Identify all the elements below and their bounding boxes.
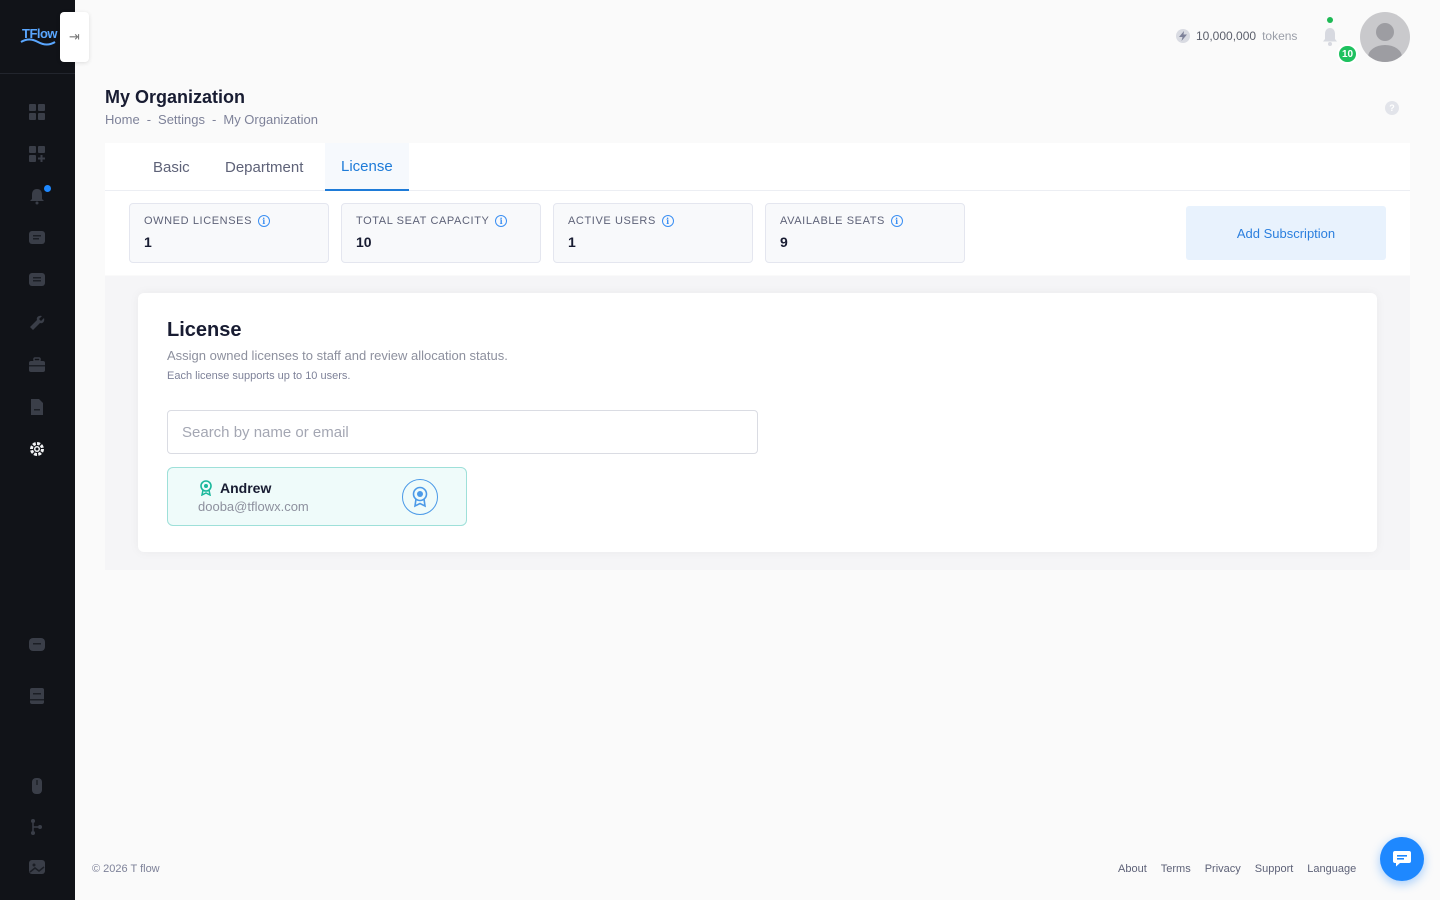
license-description: Assign owned licenses to staff and revie… <box>167 348 508 363</box>
info-icon[interactable]: i <box>661 215 674 227</box>
footer-link-privacy[interactable]: Privacy <box>1205 863 1241 875</box>
gallery-icon[interactable] <box>26 856 48 878</box>
license-title: License <box>167 319 242 341</box>
stat-total-seat-capacity: TOTAL SEAT CAPACITY i 10 <box>341 203 541 263</box>
info-icon[interactable]: i <box>495 215 508 227</box>
sidebar: TFlow <box>0 0 75 900</box>
tree-icon[interactable] <box>26 816 48 838</box>
license-note: Each license supports up to 10 users. <box>167 370 351 382</box>
sidebar-divider <box>0 73 75 74</box>
help-icon[interactable]: ? <box>1385 101 1399 115</box>
search-input[interactable] <box>167 410 758 454</box>
chat-bubble-icon <box>1393 851 1411 867</box>
stat-value: 10 <box>356 234 372 250</box>
wrench-icon[interactable] <box>26 312 48 334</box>
stat-label: OWNED LICENSES <box>144 215 253 227</box>
tab-license[interactable]: License <box>325 143 409 191</box>
breadcrumb-home[interactable]: Home <box>105 112 140 127</box>
arrow-right-bar-icon: ⇥ <box>69 29 80 44</box>
breadcrumb-settings[interactable]: Settings <box>158 112 205 127</box>
online-status-dot <box>1327 17 1333 23</box>
user-email: dooba@tflowx.com <box>198 499 309 514</box>
tflow-logo[interactable]: TFlow <box>18 22 58 52</box>
organization-panel: Basic Department License OWNED LICENSES i… <box>105 143 1410 275</box>
breadcrumb-current: My Organization <box>223 112 319 127</box>
footer-link-support[interactable]: Support <box>1255 863 1294 875</box>
tab-department[interactable]: Department <box>209 143 319 191</box>
document-icon[interactable] <box>26 396 48 418</box>
notification-dot <box>44 185 51 192</box>
user-name: Andrew <box>220 480 272 496</box>
comment-icon[interactable] <box>26 634 48 656</box>
stat-owned-licenses: OWNED LICENSES i 1 <box>129 203 329 263</box>
footer-link-about[interactable]: About <box>1118 863 1147 875</box>
license-badge-icon <box>402 479 438 515</box>
user-silhouette-icon <box>1368 23 1402 62</box>
footer-links: About Terms Privacy Support Language <box>1118 863 1356 875</box>
info-icon[interactable]: i <box>258 215 271 227</box>
notification-count-badge: 10 <box>1337 44 1358 64</box>
notifications-bell-icon[interactable] <box>1320 24 1340 48</box>
stat-label: ACTIVE USERS <box>568 215 656 227</box>
info-icon[interactable]: i <box>891 215 903 227</box>
stat-value: 9 <box>780 234 788 250</box>
token-balance: 10,000,000 tokens <box>1176 29 1297 43</box>
chat-support-button[interactable] <box>1380 837 1424 881</box>
tab-basic[interactable]: Basic <box>137 143 206 191</box>
book-icon[interactable] <box>26 685 48 707</box>
breadcrumb-separator: - <box>212 112 217 127</box>
settings-icon[interactable] <box>26 438 48 460</box>
footer-link-language[interactable]: Language <box>1307 863 1356 875</box>
tab-bar: Basic Department License <box>105 143 1410 191</box>
collapse-sidebar-button[interactable]: ⇥ <box>60 12 89 62</box>
token-count: 10,000,000 <box>1196 29 1257 43</box>
add-subscription-button[interactable]: Add Subscription <box>1186 206 1386 260</box>
breadcrumb: Home - Settings - My Organization <box>105 112 318 127</box>
wave-icon <box>20 38 56 46</box>
stat-label: AVAILABLE SEATS <box>780 215 885 227</box>
stat-active-users: ACTIVE USERS i 1 <box>553 203 753 263</box>
stat-value: 1 <box>144 234 152 250</box>
bell-icon[interactable] <box>26 185 51 207</box>
license-card: License Assign owned licenses to staff a… <box>138 293 1377 552</box>
lightning-icon <box>1176 29 1190 43</box>
page-title: My Organization <box>105 87 246 107</box>
dashboard-icon[interactable] <box>26 101 48 123</box>
stat-label: TOTAL SEAT CAPACITY <box>356 215 490 227</box>
user-avatar[interactable] <box>1360 12 1410 62</box>
award-icon <box>199 480 213 501</box>
add-widget-icon[interactable] <box>26 143 48 165</box>
stat-value: 1 <box>568 234 576 250</box>
stat-available-seats: AVAILABLE SEATS i 9 <box>765 203 965 263</box>
breadcrumb-separator: - <box>146 112 152 127</box>
chat-icon[interactable] <box>26 227 48 249</box>
message-icon[interactable] <box>26 269 48 291</box>
license-user-card[interactable]: Andrew dooba@tflowx.com <box>167 467 467 526</box>
briefcase-icon[interactable] <box>26 354 48 376</box>
footer-link-terms[interactable]: Terms <box>1161 863 1191 875</box>
copyright: © 2026 T flow <box>92 863 160 875</box>
token-unit: tokens <box>1262 29 1298 43</box>
mouse-icon[interactable] <box>26 775 48 797</box>
